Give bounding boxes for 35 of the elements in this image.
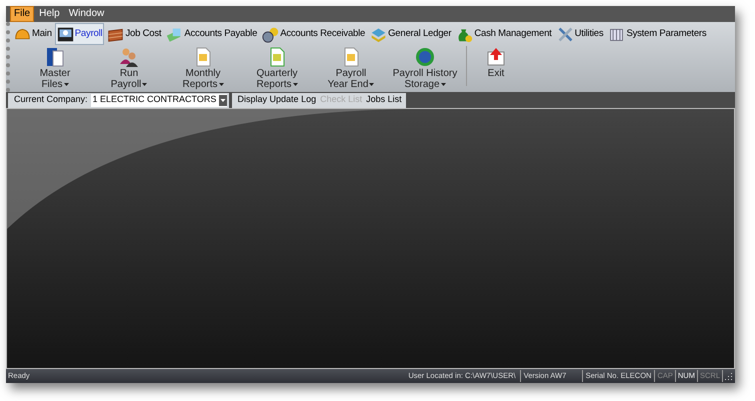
ribbon-button[interactable]: Master Files (18, 46, 92, 90)
globe-icon (414, 46, 436, 68)
ribbon-button[interactable]: Payroll History Storage (388, 46, 462, 90)
dropdown-arrow-icon (142, 83, 148, 86)
resize-grip-icon (725, 372, 733, 380)
people-icon (118, 46, 140, 68)
module-tab[interactable]: Accounts Payable (164, 23, 260, 45)
document-icon (44, 46, 66, 68)
menu-item[interactable]: Help (35, 6, 64, 22)
ribbon-button[interactable]: Monthly Reports (166, 46, 240, 90)
ribbon-button[interactable]: Quarterly Reports (240, 46, 314, 90)
toolbar-button[interactable]: Jobs List (366, 93, 402, 107)
module-tab[interactable]: Main (12, 23, 54, 45)
company-dropdown[interactable]: 1 ELECTRIC CONTRACTORS (90, 94, 227, 106)
dropdown-arrow-icon (64, 83, 69, 86)
module-tab[interactable]: Cash Management (454, 23, 554, 45)
module-tab[interactable]: General Ledger (368, 23, 454, 45)
module-tab[interactable]: Utilities (554, 23, 606, 45)
toolbar-button[interactable]: Display Update Log (238, 93, 316, 107)
ribbon-button[interactable]: Exit (471, 46, 521, 79)
dropdown-arrow-icon (369, 83, 374, 86)
coins-icon (262, 26, 280, 42)
dropdown-arrow-icon (218, 83, 224, 86)
menu-item[interactable]: Window (64, 6, 108, 22)
dropdown-arrow-icon (292, 83, 298, 86)
module-tab[interactable]: System Parameters (606, 23, 708, 45)
ribbon-button[interactable]: Run Payroll (92, 46, 166, 90)
menu-item[interactable]: File (10, 6, 34, 22)
ribbon-button[interactable]: Payroll Year End (314, 46, 388, 90)
dropdown-arrow-icon (440, 83, 446, 86)
exit-icon (485, 46, 507, 68)
module-tab[interactable]: Accounts Receivable (260, 23, 368, 45)
module-tab[interactable]: Payroll (54, 23, 104, 45)
module-tab[interactable]: Job Cost (105, 23, 164, 45)
company-label: Current Company: (14, 93, 88, 106)
